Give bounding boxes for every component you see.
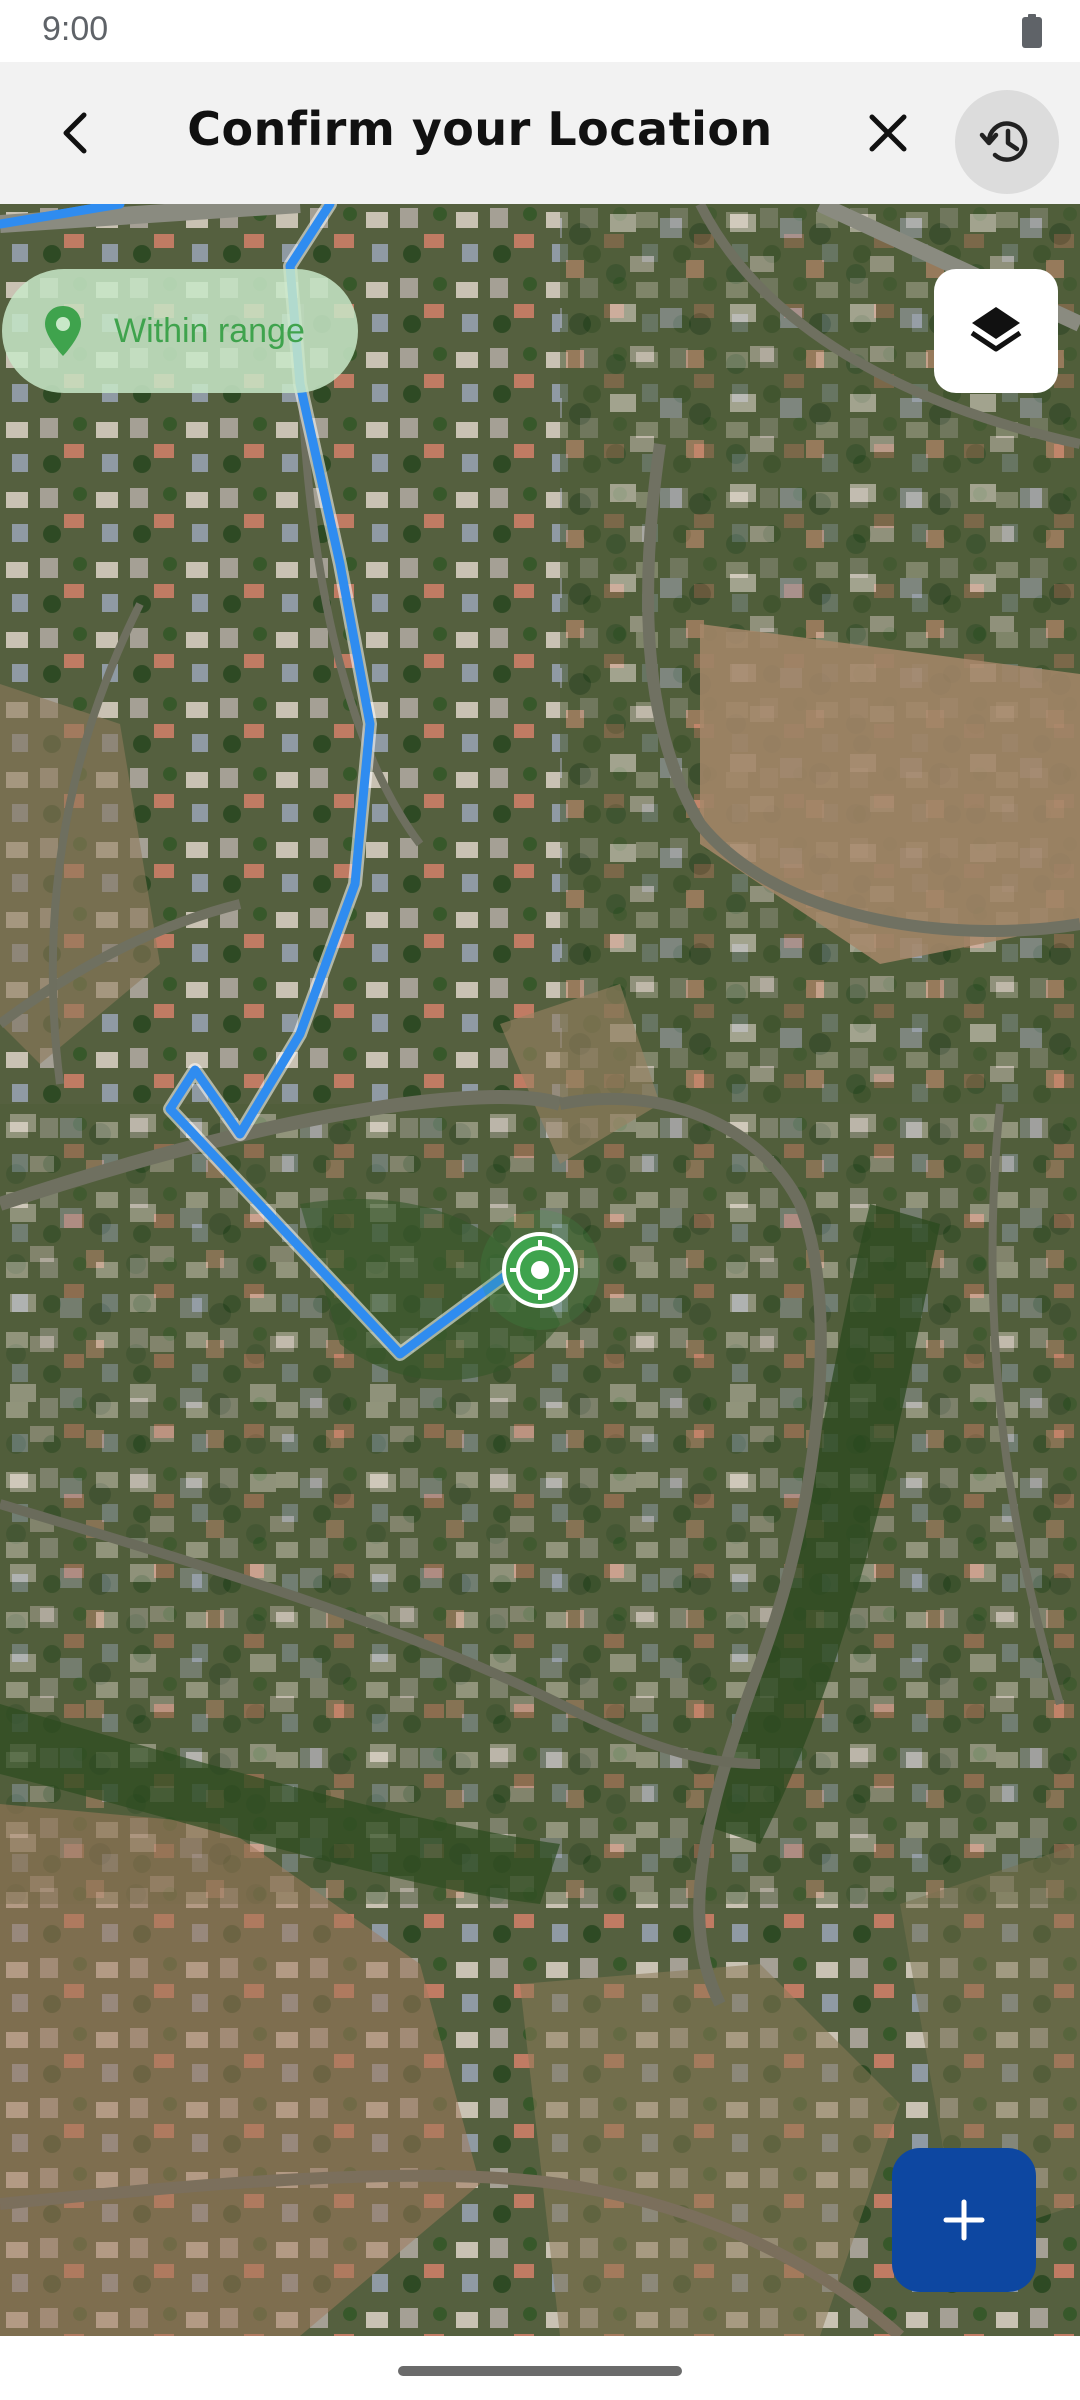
layers-icon xyxy=(970,307,1022,352)
location-marker-icon xyxy=(480,1210,600,1330)
gesture-bar xyxy=(0,2336,1080,2400)
history-icon xyxy=(979,121,1028,162)
close-button[interactable] xyxy=(852,97,924,169)
plus-icon xyxy=(943,2199,985,2241)
app-bar: Confirm your Location xyxy=(0,62,1080,204)
range-status-label: Within range xyxy=(114,311,305,350)
home-indicator[interactable] xyxy=(398,2366,682,2376)
status-bar: 9:00 xyxy=(0,0,1080,62)
status-time: 9:00 xyxy=(42,10,109,48)
close-icon xyxy=(869,114,907,152)
satellite-map[interactable]: Within range xyxy=(0,204,1080,2336)
battery-icon xyxy=(1022,14,1042,48)
add-button[interactable] xyxy=(892,2148,1036,2292)
map-imagery xyxy=(0,204,1080,2336)
history-button[interactable] xyxy=(955,90,1059,194)
page-title: Confirm your Location xyxy=(187,102,773,156)
screen: 9:00 Confirm your Location Within range xyxy=(0,0,1080,2400)
range-status-chip: Within range xyxy=(2,269,358,393)
map-layers-button[interactable] xyxy=(934,269,1058,393)
map-pin-icon xyxy=(45,306,81,356)
